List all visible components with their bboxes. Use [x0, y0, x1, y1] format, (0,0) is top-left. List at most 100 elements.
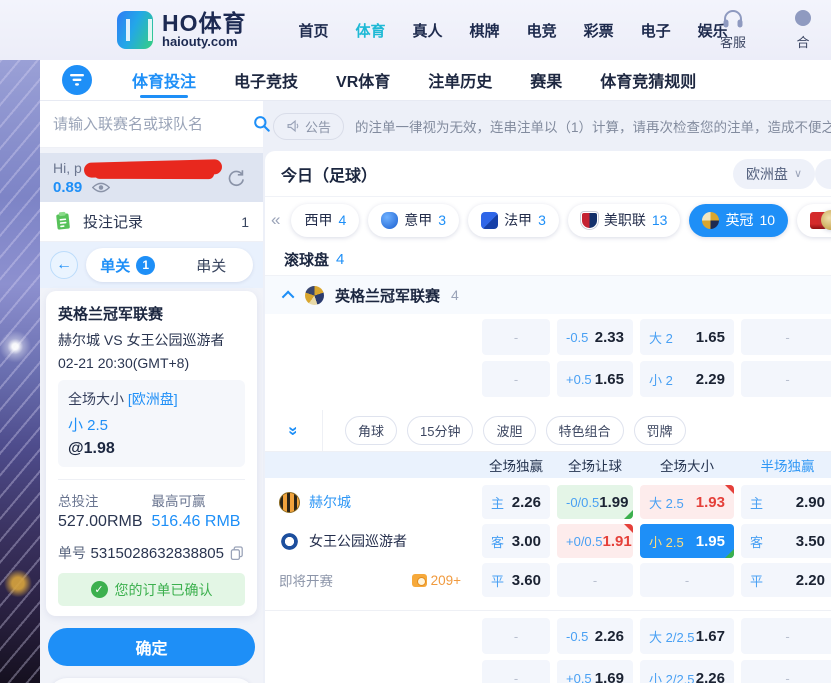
- subtab-specials[interactable]: 特色组合: [546, 416, 624, 445]
- away-team-name[interactable]: 女王公园巡游者: [309, 531, 407, 551]
- customer-service-button[interactable]: 客服: [711, 8, 755, 51]
- odds-cell-handicap[interactable]: -0.52.26: [557, 618, 633, 654]
- sport-filter-button[interactable]: [62, 65, 92, 95]
- odds-row: - +0.51.69 小 2/2.52.26 -: [265, 660, 831, 683]
- home-team-name[interactable]: 赫尔城: [309, 492, 351, 512]
- back-button[interactable]: ←: [50, 251, 78, 279]
- odds-cell-handicap[interactable]: +0.51.69: [557, 660, 633, 683]
- announcement-bar: 公告 的注单一律视为无效，连串注单以（1）计算，请再次检查您的注单，造成不便之处…: [273, 108, 831, 144]
- refresh-balance-icon[interactable]: [225, 167, 247, 189]
- odds-column-headers: 全场独赢 全场让球 全场大小 半场独赢: [265, 452, 831, 478]
- league-tabs-row: « 西甲 4 意甲 3 法甲 3 美职联 13 英冠: [265, 197, 831, 243]
- odds-cell-halfwin[interactable]: -: [741, 319, 831, 355]
- scroll-left-icon[interactable]: «: [269, 210, 282, 230]
- filter-icon: [70, 74, 84, 86]
- today-title: 今日（足球）: [281, 162, 377, 186]
- odds-cell-win[interactable]: -: [482, 660, 550, 683]
- nav-slots[interactable]: 电子: [641, 20, 671, 41]
- keep-selections-button[interactable]: 保留选项，继续投注: [48, 678, 255, 683]
- odds-cell-handicap[interactable]: -0.52.33: [557, 319, 633, 355]
- subtab-correct-score[interactable]: 波胆: [483, 416, 535, 445]
- league-badge-icon: [305, 286, 324, 305]
- odds-cell-draw-halfwin[interactable]: 平2.20: [741, 563, 831, 597]
- expand-markets-button[interactable]: »: [265, 410, 323, 451]
- league-tab-laliga[interactable]: 西甲 4: [291, 204, 359, 237]
- odds-cell-draw-handicap[interactable]: -: [557, 563, 633, 597]
- partner-button[interactable]: 合: [781, 8, 825, 51]
- nav-esports[interactable]: 电竞: [527, 20, 557, 41]
- tab-single-bet[interactable]: 单关 1: [86, 255, 170, 276]
- odds-cell-draw-win[interactable]: 平3.60: [482, 563, 550, 597]
- chevron-double-down-icon: »: [284, 426, 304, 435]
- confirm-button[interactable]: 确定: [48, 628, 255, 666]
- nav-lottery[interactable]: 彩票: [584, 20, 614, 41]
- nav-sports[interactable]: 体育: [356, 20, 386, 41]
- tab-parlay-bet[interactable]: 串关: [170, 255, 254, 276]
- league-tab-ligue1[interactable]: 法甲 3: [468, 204, 559, 237]
- odds-row: - +0.51.65 小 22.29 -: [265, 361, 831, 397]
- nav-chess[interactable]: 棋牌: [470, 20, 500, 41]
- nav-home[interactable]: 首页: [299, 20, 329, 41]
- odds-cell-halfwin[interactable]: -: [741, 660, 831, 683]
- odds-cell-away-total-selected[interactable]: 小 2.51.95: [640, 524, 734, 558]
- col-full-time-handicap: 全场让球: [557, 455, 633, 475]
- odds-cell-halfwin[interactable]: -: [741, 361, 831, 397]
- sidebar: Hi, p 0.89 投注记录 1 ← 单关 1 串关: [40, 101, 263, 683]
- order-number-label: 单号: [58, 543, 86, 563]
- odds-cell-total[interactable]: 小 2/2.52.26: [640, 660, 734, 683]
- bet-record-row[interactable]: 投注记录 1: [40, 202, 263, 242]
- odds-cell-handicap[interactable]: +0.51.65: [557, 361, 633, 397]
- odds-cell-win[interactable]: -: [482, 618, 550, 654]
- odds-cell-home-win[interactable]: 主2.26: [482, 485, 550, 519]
- copy-icon[interactable]: [229, 545, 245, 561]
- col-full-time-win: 全场独赢: [482, 455, 550, 475]
- odds-cell-home-halfwin[interactable]: 主2.90: [741, 485, 831, 519]
- more-markets-link[interactable]: 209+: [412, 573, 461, 588]
- odds-cell-total[interactable]: 大 2/2.51.67: [640, 618, 734, 654]
- tab-esports[interactable]: 电子竞技: [234, 60, 298, 100]
- league-tab-championship[interactable]: 英冠 10: [689, 204, 788, 237]
- total-stake-label: 总投注: [58, 490, 152, 510]
- odds-cell-total[interactable]: 小 22.29: [640, 361, 734, 397]
- odds-cell-halfwin[interactable]: -: [741, 618, 831, 654]
- league-tab-mls[interactable]: 美职联 13: [568, 204, 681, 237]
- subtab-cards[interactable]: 罚牌: [634, 416, 686, 445]
- odds-mode-dropdown[interactable]: 欧洲盘 ∨: [733, 159, 815, 189]
- site-logo[interactable]: HO体育 haiouty.com: [117, 11, 247, 49]
- tab-bet-history[interactable]: 注单历史: [428, 60, 492, 100]
- odds-up-indicator: [725, 549, 734, 558]
- odds-cell-win[interactable]: -: [482, 361, 550, 397]
- sports-subnav: 体育投注 电子竞技 VR体育 注单历史 赛果 体育竞猜规则: [40, 60, 831, 101]
- single-bet-count-badge: 1: [136, 256, 155, 275]
- league-section-header[interactable]: 英格兰冠军联赛 4: [265, 276, 831, 314]
- nav-live-casino[interactable]: 真人: [413, 20, 443, 41]
- tab-vr-sports[interactable]: VR体育: [336, 60, 390, 100]
- odds-cell-away-halfwin[interactable]: 客3.50: [741, 524, 831, 558]
- order-number-value: 5315028632838805: [91, 545, 224, 562]
- main-content: 公告 的注单一律视为无效，连串注单以（1）计算，请再次检查您的注单，造成不便之处…: [263, 101, 831, 683]
- subtab-corners[interactable]: 角球: [345, 416, 397, 445]
- announcement-text: 的注单一律视为无效，连串注单以（1）计算，请再次检查您的注单，造成不便之处，敬请…: [355, 116, 831, 136]
- tab-results[interactable]: 赛果: [530, 60, 562, 100]
- odds-cell-away-handicap[interactable]: +0/0.51.91: [557, 524, 633, 558]
- odds-cell-win[interactable]: -: [482, 319, 550, 355]
- odds-cell-home-handicap[interactable]: -0/0.51.99: [557, 485, 633, 519]
- odds-cell-total[interactable]: 大 21.65: [640, 319, 734, 355]
- headset-icon: [711, 8, 755, 30]
- slip-match-teams: 赫尔城 VS 女王公园巡游者: [58, 330, 245, 350]
- odds-cell-home-total[interactable]: 大 2.51.93: [640, 485, 734, 519]
- order-confirmed-banner: ✓ 您的订单已确认: [58, 573, 245, 606]
- league-tab-seriea[interactable]: 意甲 3: [368, 204, 459, 237]
- tab-sports-betting[interactable]: 体育投注: [132, 60, 196, 100]
- subtab-15min[interactable]: 15分钟: [407, 416, 473, 445]
- tab-rules[interactable]: 体育竞猜规则: [600, 60, 696, 100]
- home-team-row: 赫尔城 主2.26 -0/0.51.99 大 2.51.93 主2.90: [265, 485, 831, 519]
- col-half-time-win[interactable]: 半场独赢: [741, 455, 831, 475]
- rolling-ball-row[interactable]: 滚球盘 4: [265, 243, 831, 276]
- odds-cell-draw-total[interactable]: -: [640, 563, 734, 597]
- clipped-dropdown[interactable]: [815, 159, 831, 189]
- odds-cell-away-win[interactable]: 客3.00: [482, 524, 550, 558]
- eye-icon[interactable]: [92, 182, 110, 193]
- search-input[interactable]: [53, 116, 252, 133]
- max-win-value: 516.46 RMB: [152, 513, 246, 531]
